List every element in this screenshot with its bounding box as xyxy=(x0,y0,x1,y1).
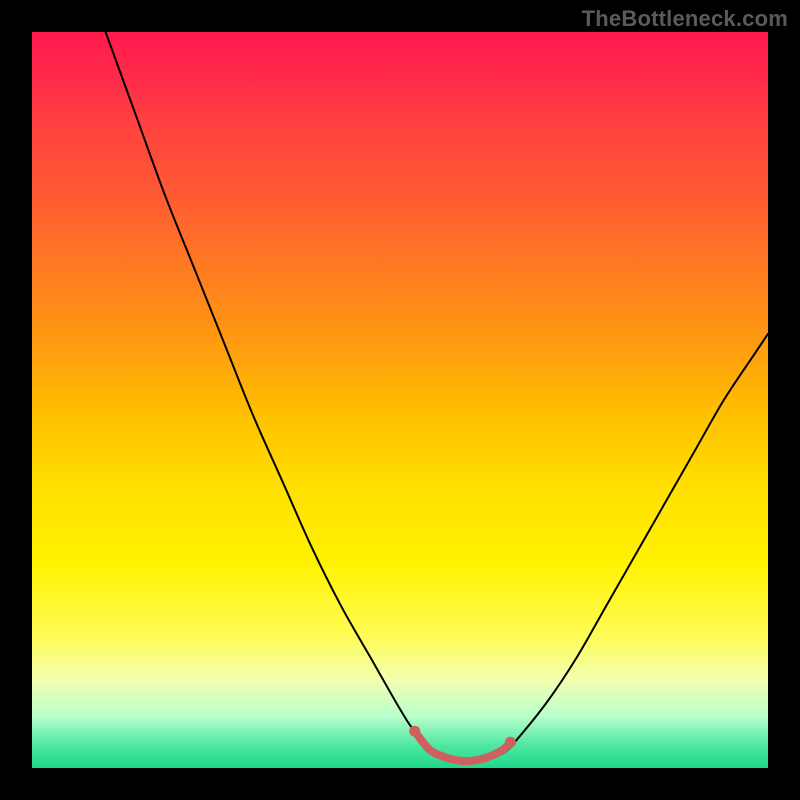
highlight-endpoint xyxy=(409,726,420,737)
chart-container: TheBottleneck.com xyxy=(0,0,800,800)
highlight-segment xyxy=(415,731,511,761)
chart-svg xyxy=(32,32,768,768)
watermark-text: TheBottleneck.com xyxy=(582,6,788,32)
highlight-endpoint xyxy=(505,737,516,748)
bottleneck-curve xyxy=(106,32,768,762)
plot-area xyxy=(32,32,768,768)
